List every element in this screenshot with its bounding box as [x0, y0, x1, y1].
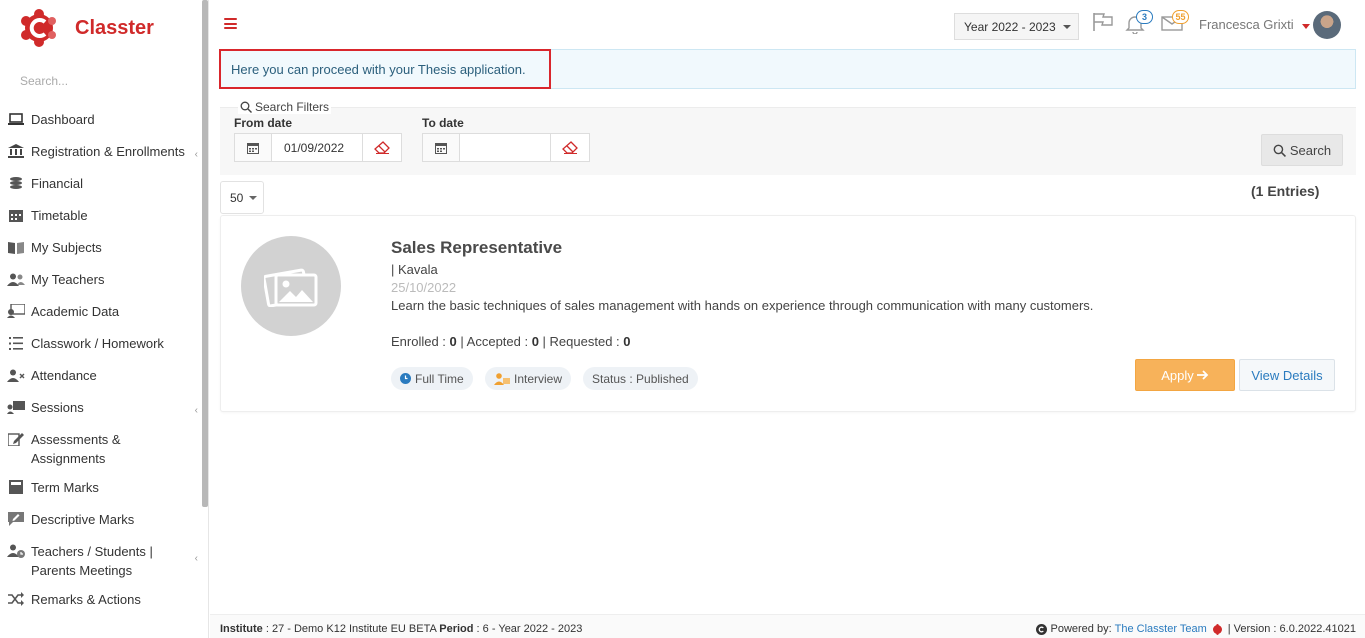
sidebar-item-my-teachers[interactable]: My Teachers: [0, 265, 200, 297]
list-icon: [7, 336, 25, 350]
year-select[interactable]: Year 2022 - 2023: [954, 13, 1079, 40]
caret-down-icon: [249, 195, 258, 200]
search-button[interactable]: Search: [1261, 134, 1343, 166]
sidebar-item-descriptive-marks[interactable]: Descriptive Marks: [0, 505, 200, 537]
chevron-left-icon: ‹: [194, 553, 198, 564]
edit-icon: [7, 432, 25, 446]
presentation-icon: [7, 400, 25, 414]
job-date: 25/10/2022: [391, 280, 457, 295]
footer: Institute : 27 - Demo K12 Institute EU B…: [210, 614, 1365, 638]
search-icon: [240, 101, 252, 113]
random-icon: [7, 592, 25, 606]
laptop-icon: [7, 112, 25, 126]
from-date-input[interactable]: 01/09/2022: [272, 134, 362, 161]
copyright-icon: [1036, 623, 1048, 635]
notifications-badge: 3: [1136, 10, 1153, 24]
search-icon: [1273, 144, 1286, 157]
user-x-icon: [7, 368, 25, 382]
job-description: Learn the basic techniques of sales mana…: [391, 298, 1094, 313]
chip-status: Status : Published: [583, 367, 698, 390]
messages-badge: 55: [1172, 10, 1189, 24]
sidebar-item-academic-data[interactable]: Academic Data: [0, 297, 200, 329]
institution-icon: [7, 144, 25, 158]
user-name[interactable]: Francesca Grixti: [1199, 17, 1294, 32]
menu-toggle-icon[interactable]: [224, 18, 237, 29]
eraser-icon[interactable]: [362, 134, 401, 161]
sidebar-item-sessions[interactable]: Sessions ‹: [0, 393, 200, 425]
apply-button[interactable]: Apply: [1135, 359, 1235, 391]
caret-down-icon[interactable]: [1302, 24, 1310, 29]
classter-logo-icon: [1212, 623, 1222, 635]
coins-icon: [7, 176, 25, 190]
flag-icon[interactable]: [1092, 12, 1114, 34]
sidebar-item-term-marks[interactable]: Term Marks: [0, 473, 200, 505]
logo[interactable]: Classter: [20, 8, 154, 48]
calendar-icon: [7, 208, 25, 222]
entries-count: (1 Entries): [1251, 183, 1320, 199]
info-banner-text: Here you can proceed with your Thesis ap…: [231, 62, 526, 77]
to-date-group: [422, 133, 590, 162]
interview-icon: [494, 372, 510, 385]
footer-info: Institute : 27 - Demo K12 Institute EU B…: [220, 623, 583, 635]
calendar-icon[interactable]: [423, 134, 460, 161]
users-clock-icon: [7, 544, 25, 558]
chip-full-time: Full Time: [391, 367, 473, 390]
clock-icon: [400, 373, 411, 384]
enrolled-count: 0: [449, 334, 457, 349]
classter-team-link[interactable]: The Classter Team: [1115, 623, 1207, 635]
sidebar-item-financial[interactable]: Financial: [0, 169, 200, 201]
comment-edit-icon: [7, 512, 25, 526]
sidebar: Classter Dashboard Registration & Enroll…: [0, 0, 209, 638]
year-select-value: Year 2022 - 2023: [964, 19, 1056, 34]
eraser-icon[interactable]: [550, 134, 589, 161]
chevron-left-icon: ‹: [194, 405, 198, 416]
sidebar-item-meetings[interactable]: Teachers / Students | Parents Meetings ‹: [0, 537, 200, 585]
app-name: Classter: [75, 16, 154, 39]
sidebar-menu: Dashboard Registration & Enrollments ‹ F…: [0, 105, 200, 617]
calendar-icon[interactable]: [235, 134, 272, 161]
notebook-icon: [7, 480, 25, 494]
image-placeholder-icon: [241, 236, 341, 336]
footer-credits: Powered by: The Classter Team | Version …: [1036, 623, 1356, 635]
chip-interview: Interview: [485, 367, 572, 390]
sidebar-item-my-subjects[interactable]: My Subjects: [0, 233, 200, 265]
sidebar-search-input[interactable]: [8, 70, 198, 92]
sidebar-item-classwork[interactable]: Classwork / Homework: [0, 329, 200, 361]
from-date-label: From date: [234, 116, 293, 130]
sidebar-item-registration[interactable]: Registration & Enrollments ‹: [0, 137, 200, 169]
requested-count: 0: [623, 334, 631, 349]
page-size-select[interactable]: 50: [220, 181, 264, 214]
job-location: | Kavala: [391, 262, 438, 277]
job-title[interactable]: Sales Representative: [391, 238, 562, 258]
classter-logo-icon: [20, 8, 58, 48]
arrow-right-icon: [1196, 370, 1209, 380]
id-card-icon: [7, 304, 25, 318]
caret-down-icon: [1062, 24, 1071, 29]
sidebar-item-attendance[interactable]: Attendance: [0, 361, 200, 393]
view-details-button[interactable]: View Details: [1239, 359, 1335, 391]
top-header: Year 2022 - 2023 3 55 Francesca Grixti: [210, 0, 1365, 50]
sidebar-scrollbar[interactable]: [202, 0, 208, 507]
sidebar-item-assessments[interactable]: Assessments & Assignments: [0, 425, 200, 473]
book-icon: [7, 240, 25, 254]
to-date-input[interactable]: [460, 134, 550, 161]
job-stats: Enrolled : 0 | Accepted : 0 | Requested …: [391, 334, 631, 349]
to-date-label: To date: [422, 116, 464, 130]
search-filters-legend: Search Filters: [238, 100, 332, 114]
users-icon: [7, 272, 25, 286]
sidebar-item-remarks[interactable]: Remarks & Actions: [0, 585, 200, 617]
from-date-group: 01/09/2022: [234, 133, 402, 162]
sidebar-item-timetable[interactable]: Timetable: [0, 201, 200, 233]
avatar[interactable]: [1313, 11, 1341, 39]
envelope-icon[interactable]: 55: [1161, 10, 1189, 36]
sidebar-item-dashboard[interactable]: Dashboard: [0, 105, 200, 137]
accepted-count: 0: [531, 334, 539, 349]
bell-icon[interactable]: 3: [1125, 10, 1153, 36]
chevron-left-icon: ‹: [194, 149, 198, 160]
